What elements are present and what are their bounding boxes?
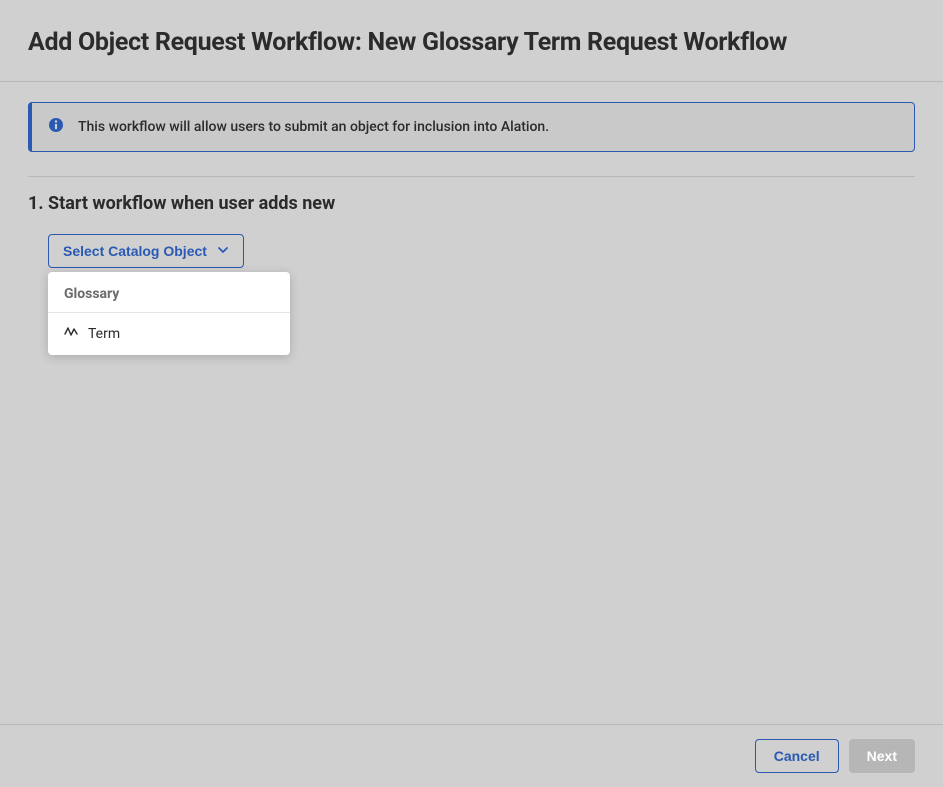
select-catalog-object-label: Select Catalog Object <box>63 243 207 259</box>
main-content: This workflow will allow users to submit… <box>0 82 943 288</box>
catalog-object-dropdown: Glossary Term <box>48 272 290 355</box>
dropdown-item-term-label: Term <box>88 326 120 342</box>
chevron-down-icon <box>217 243 229 259</box>
dropdown-item-term[interactable]: Term <box>48 313 290 355</box>
info-banner-text: This workflow will allow users to submit… <box>78 119 549 135</box>
divider <box>28 176 915 177</box>
page-title: Add Object Request Workflow: New Glossar… <box>28 28 915 57</box>
select-catalog-object-button[interactable]: Select Catalog Object <box>48 234 244 268</box>
page-header: Add Object Request Workflow: New Glossar… <box>0 0 943 82</box>
dropdown-group-glossary: Glossary <box>48 272 290 313</box>
info-icon <box>48 117 64 137</box>
cancel-button[interactable]: Cancel <box>755 739 839 773</box>
footer: Cancel Next <box>0 724 943 787</box>
info-banner: This workflow will allow users to submit… <box>28 102 915 152</box>
catalog-object-select-wrapper: Select Catalog Object Glossary Term <box>48 234 915 268</box>
next-button[interactable]: Next <box>849 739 915 773</box>
step-heading: 1. Start workflow when user adds new <box>28 193 915 214</box>
term-icon <box>64 325 78 343</box>
